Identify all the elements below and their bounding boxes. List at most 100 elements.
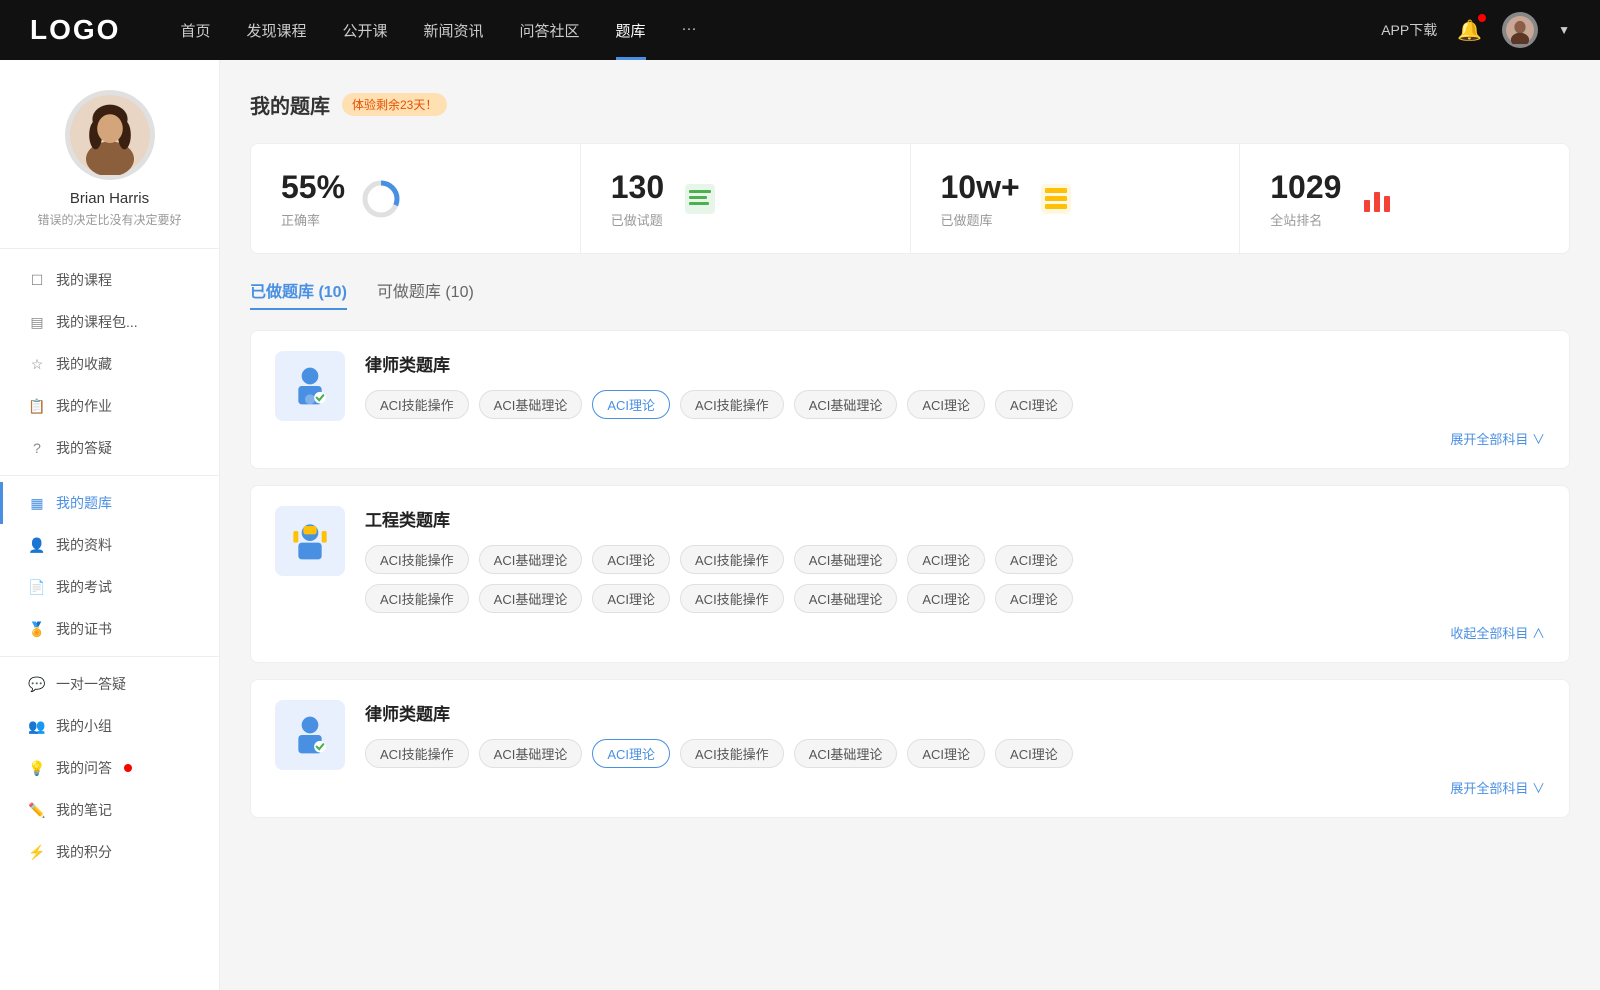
nav-more[interactable]: ··· [682, 20, 697, 41]
bank-card-engineer: 工程类题库 ACI技能操作 ACI基础理论 ACI理论 ACI技能操作 ACI基… [250, 485, 1570, 663]
sidebar: Brian Harris 错误的决定比没有决定要好 ☐ 我的课程 ▤ 我的课程包… [0, 60, 220, 990]
chat-icon: 💬 [28, 675, 46, 693]
tag-e24[interactable]: ACI基础理论 [794, 584, 898, 613]
sidebar-menu: ☐ 我的课程 ▤ 我的课程包... ☆ 我的收藏 📋 我的作业 ? 我的答疑 ▦ [0, 249, 219, 883]
nav-discover[interactable]: 发现课程 [246, 20, 306, 41]
sidebar-item-my-course[interactable]: ☐ 我的课程 [0, 259, 219, 301]
main-content: 我的题库 体验剩余23天！ 55% 正确率 130 [220, 60, 1600, 990]
sidebar-item-my-bank[interactable]: ▦ 我的题库 [0, 482, 219, 524]
tag-e25[interactable]: ACI理论 [907, 584, 985, 613]
tag-e6[interactable]: ACI理论 [995, 545, 1073, 574]
user-menu-chevron-icon[interactable]: ▼ [1558, 23, 1570, 37]
expand-link-lawyer-2[interactable]: 展开全部科目 ∨ [365, 778, 1545, 797]
person-icon: 👤 [28, 536, 46, 554]
stat-rank: 1029 全站排名 [1240, 144, 1569, 253]
sidebar-item-my-course-pack[interactable]: ▤ 我的课程包... [0, 301, 219, 343]
tab-done-banks[interactable]: 已做题库 (10) [250, 278, 347, 310]
tag-e21[interactable]: ACI基础理论 [479, 584, 583, 613]
nav-news[interactable]: 新闻资讯 [424, 20, 484, 41]
tag-4[interactable]: ACI基础理论 [794, 390, 898, 419]
stat-done-banks-value: 10w+ [941, 168, 1020, 206]
grid-icon: ▦ [28, 494, 46, 512]
tag-3[interactable]: ACI技能操作 [680, 390, 784, 419]
nav-bank[interactable]: 题库 [616, 20, 646, 41]
tag-l23[interactable]: ACI技能操作 [680, 739, 784, 768]
tag-0[interactable]: ACI技能操作 [365, 390, 469, 419]
stat-done-banks-label: 已做题库 [941, 210, 1020, 229]
tag-e3[interactable]: ACI技能操作 [680, 545, 784, 574]
avatar [65, 90, 155, 180]
tag-l25[interactable]: ACI理论 [907, 739, 985, 768]
tag-l20[interactable]: ACI技能操作 [365, 739, 469, 768]
nav-open-course[interactable]: 公开课 [342, 20, 387, 41]
top-navigation: LOGO 首页 发现课程 公开课 新闻资讯 问答社区 题库 ··· APP下载 … [0, 0, 1600, 60]
tag-6[interactable]: ACI理论 [995, 390, 1073, 419]
qa-icon: 💡 [28, 759, 46, 777]
expand-link-lawyer-1[interactable]: 展开全部科目 ∨ [365, 429, 1545, 448]
tag-5[interactable]: ACI理论 [907, 390, 985, 419]
tags-row-engineer-1: ACI技能操作 ACI基础理论 ACI理论 ACI技能操作 ACI基础理论 AC… [365, 545, 1545, 574]
sidebar-item-my-favorites[interactable]: ☆ 我的收藏 [0, 343, 219, 385]
sidebar-item-my-group[interactable]: 👥 我的小组 [0, 705, 219, 747]
tag-e0[interactable]: ACI技能操作 [365, 545, 469, 574]
book-icon [1036, 179, 1076, 219]
tags-row-lawyer-1: ACI技能操作 ACI基础理论 ACI理论 ACI技能操作 ACI基础理论 AC… [365, 390, 1545, 419]
file2-icon: 📄 [28, 578, 46, 596]
page-header: 我的题库 体验剩余23天！ [250, 90, 1570, 119]
stat-rank-label: 全站排名 [1270, 210, 1341, 229]
bank-icon-engineer [275, 506, 345, 576]
tag-l26[interactable]: ACI理论 [995, 739, 1073, 768]
tag-e5[interactable]: ACI理论 [907, 545, 985, 574]
star-icon: ☆ [28, 355, 46, 373]
sidebar-item-one-on-one[interactable]: 💬 一对一答疑 [0, 663, 219, 705]
tag-2[interactable]: ACI理论 [592, 390, 670, 419]
chart-bar-icon [1357, 179, 1397, 219]
tag-e20[interactable]: ACI技能操作 [365, 584, 469, 613]
sidebar-item-my-qa[interactable]: ? 我的答疑 [0, 427, 219, 469]
tab-available-banks[interactable]: 可做题库 (10) [377, 278, 474, 310]
stats-row: 55% 正确率 130 已做试题 [250, 143, 1570, 254]
tag-e26[interactable]: ACI理论 [995, 584, 1073, 613]
tag-l21[interactable]: ACI基础理论 [479, 739, 583, 768]
question-circle-icon: ? [28, 439, 46, 457]
tag-e22[interactable]: ACI理论 [592, 584, 670, 613]
tag-e23[interactable]: ACI技能操作 [680, 584, 784, 613]
sidebar-item-my-homework[interactable]: 📋 我的作业 [0, 385, 219, 427]
sidebar-item-my-notes[interactable]: ✏️ 我的笔记 [0, 789, 219, 831]
stat-done-questions: 130 已做试题 [581, 144, 911, 253]
stat-rank-value: 1029 [1270, 168, 1341, 206]
sidebar-item-my-points[interactable]: ⚡ 我的积分 [0, 831, 219, 873]
bank-card-lawyer-1: 律师类题库 ACI技能操作 ACI基础理论 ACI理论 ACI技能操作 ACI基… [250, 330, 1570, 469]
profile-area: Brian Harris 错误的决定比没有决定要好 [0, 90, 219, 249]
tag-1[interactable]: ACI基础理论 [479, 390, 583, 419]
nav-qa[interactable]: 问答社区 [520, 20, 580, 41]
main-layout: Brian Harris 错误的决定比没有决定要好 ☐ 我的课程 ▤ 我的课程包… [0, 60, 1600, 990]
collapse-link-engineer[interactable]: 收起全部科目 ∧ [365, 623, 1545, 642]
user-avatar[interactable] [1502, 12, 1538, 48]
nav-home[interactable]: 首页 [180, 20, 210, 41]
app-download-button[interactable]: APP下载 [1381, 20, 1437, 40]
bank-icon-lawyer-2 [275, 700, 345, 770]
sidebar-item-my-exam[interactable]: 📄 我的考试 [0, 566, 219, 608]
chart-icon: ▤ [28, 313, 46, 331]
sidebar-item-my-answers[interactable]: 💡 我的问答 [0, 747, 219, 789]
tag-l22[interactable]: ACI理论 [592, 739, 670, 768]
bank-name-engineer: 工程类题库 [365, 506, 1545, 531]
cert-icon: 🏅 [28, 620, 46, 638]
points-icon: ⚡ [28, 843, 46, 861]
tag-e2[interactable]: ACI理论 [592, 545, 670, 574]
notification-bell-icon[interactable]: 🔔 [1457, 18, 1482, 43]
sidebar-item-my-cert[interactable]: 🏅 我的证书 [0, 608, 219, 650]
tag-e4[interactable]: ACI基础理论 [794, 545, 898, 574]
file-icon: ☐ [28, 271, 46, 289]
logo: LOGO [30, 14, 120, 46]
tag-l24[interactable]: ACI基础理论 [794, 739, 898, 768]
stat-accuracy-value: 55% [281, 168, 345, 206]
page-title: 我的题库 [250, 90, 330, 119]
tabs-row: 已做题库 (10) 可做题库 (10) [250, 278, 1570, 310]
profile-motto: 错误的决定比没有决定要好 [20, 211, 199, 228]
doc-icon: 📋 [28, 397, 46, 415]
sidebar-item-my-profile[interactable]: 👤 我的资料 [0, 524, 219, 566]
stat-done-questions-value: 130 [611, 168, 664, 206]
tag-e1[interactable]: ACI基础理论 [479, 545, 583, 574]
